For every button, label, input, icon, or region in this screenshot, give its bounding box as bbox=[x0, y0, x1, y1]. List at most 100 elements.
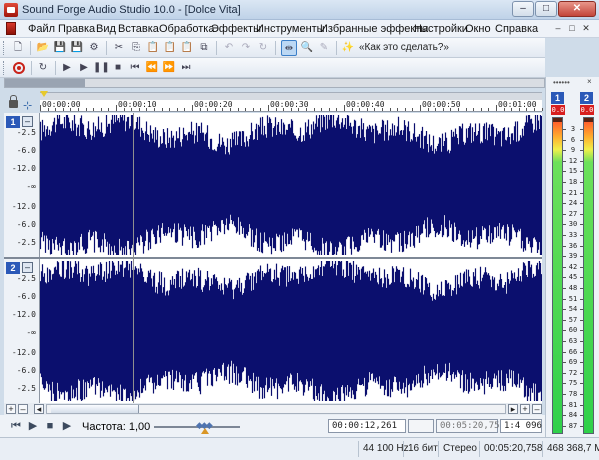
open-folder-icon[interactable]: 📂 bbox=[35, 40, 51, 56]
menu-edit[interactable]: Правка bbox=[58, 23, 95, 35]
rewind-icon[interactable]: ⏪ bbox=[144, 60, 160, 76]
go-to-start-icon[interactable]: ⏮ bbox=[127, 60, 143, 76]
zoom-out-vertical-button[interactable]: – bbox=[18, 404, 28, 414]
save-as-icon[interactable]: 💾 bbox=[69, 40, 85, 56]
help-wand-icon[interactable]: ✨ bbox=[340, 40, 356, 56]
meter-tick bbox=[580, 298, 583, 300]
toolbar-separator bbox=[30, 41, 31, 55]
menu-file[interactable]: Файл bbox=[28, 23, 55, 35]
meter-tick bbox=[580, 129, 583, 130]
channel-1-scale: 1 – -2.5 -6.0 -12.0 -∞ -12.0 -6.0 -2.5 bbox=[4, 113, 40, 257]
meter-scale-label: 33 bbox=[568, 231, 578, 239]
meter-scale-label: 24 bbox=[568, 199, 578, 208]
ruler-tick bbox=[62, 108, 64, 111]
horizontal-scrollbar[interactable] bbox=[46, 404, 506, 414]
save-icon[interactable]: 💾 bbox=[52, 40, 68, 56]
cursor-flag-icon[interactable] bbox=[40, 91, 48, 97]
render-icon[interactable]: ⚙ bbox=[86, 40, 102, 56]
meter-peak-1[interactable]: 0.0 bbox=[551, 105, 565, 115]
lock-icon[interactable] bbox=[9, 95, 18, 108]
undo-icon[interactable]: ↶ bbox=[221, 40, 237, 56]
meter-close-icon[interactable]: × bbox=[587, 77, 592, 86]
time-ruler[interactable]: 00:00:00 00:00:10 00:00:20 00:00:30 00:0… bbox=[40, 100, 543, 112]
menu-help[interactable]: Справка bbox=[495, 23, 538, 35]
marker-icon[interactable]: ⊹ bbox=[23, 99, 32, 112]
menu-process[interactable]: Обработка bbox=[159, 23, 214, 35]
channel-2-minimize-button[interactable]: – bbox=[22, 262, 33, 273]
play-icon[interactable]: ▶ bbox=[76, 60, 92, 76]
meter-tick bbox=[563, 330, 566, 332]
meter-grip[interactable]: •••••• bbox=[553, 78, 570, 87]
scroll-left-arrow-icon[interactable]: ◂ bbox=[34, 404, 44, 414]
channel-1-minimize-button[interactable]: – bbox=[22, 116, 33, 127]
meter-channel-2-badge[interactable]: 2 bbox=[580, 92, 593, 104]
play-icon[interactable]: ▶ bbox=[26, 419, 40, 433]
menu-view[interactable]: Вид bbox=[96, 23, 116, 35]
play-all-icon[interactable]: ▶ bbox=[59, 60, 75, 76]
loop-icon[interactable]: ↻ bbox=[35, 60, 51, 76]
copy-icon[interactable]: ⎘ bbox=[128, 40, 144, 56]
cursor-position-field[interactable]: 00:00:12,261 bbox=[328, 419, 406, 433]
toolbar-separator bbox=[216, 41, 217, 55]
close-button[interactable]: ✕ bbox=[558, 1, 596, 17]
mdi-minimize-button[interactable]: – bbox=[552, 23, 564, 35]
go-to-end-icon[interactable]: ⏭ bbox=[178, 60, 194, 76]
forward-icon[interactable]: ⏩ bbox=[161, 60, 177, 76]
paste-icon[interactable]: 📋 bbox=[145, 40, 161, 56]
meter-tick bbox=[580, 330, 583, 332]
overview-bar[interactable] bbox=[4, 78, 545, 88]
playback-cursor[interactable] bbox=[133, 113, 134, 403]
record-icon[interactable] bbox=[13, 62, 25, 74]
zoom-out-horizontal-button[interactable]: – bbox=[532, 404, 542, 414]
scroll-right-arrow-icon[interactable]: ▸ bbox=[508, 404, 518, 414]
cut-icon[interactable]: ✂ bbox=[111, 40, 127, 56]
redo-icon[interactable]: ↷ bbox=[238, 40, 254, 56]
new-file-icon[interactable]: 🗋 bbox=[10, 40, 26, 56]
minimize-button[interactable]: – bbox=[512, 1, 534, 17]
meter-tick bbox=[580, 182, 583, 183]
horizontal-scroll-thumb[interactable] bbox=[51, 405, 139, 413]
mdi-close-button[interactable]: ✕ bbox=[580, 23, 592, 35]
stop-icon[interactable]: ■ bbox=[110, 60, 126, 76]
toolbar-grip[interactable] bbox=[3, 41, 6, 55]
menu-effects[interactable]: Эффекты bbox=[211, 23, 261, 35]
menu-window[interactable]: Окно bbox=[465, 23, 491, 35]
trim-icon[interactable]: ⧉ bbox=[196, 40, 212, 56]
menu-insert[interactable]: Вставка bbox=[118, 23, 159, 35]
marker-strip[interactable] bbox=[40, 92, 542, 100]
menu-favorites[interactable]: Избранные эффекты bbox=[320, 23, 428, 35]
zoom-ratio-field[interactable]: 1:4 096 bbox=[500, 419, 542, 433]
meter-peak-2[interactable]: 0.0 bbox=[580, 105, 594, 115]
selection-end-field[interactable]: 00:05:20,758 bbox=[436, 419, 505, 433]
menu-bar: Файл Правка Вид Вставка Обработка Эффект… bbox=[0, 20, 599, 38]
maximize-button[interactable]: □ bbox=[535, 1, 557, 17]
magnify-tool-icon[interactable]: 🔍 bbox=[299, 40, 315, 56]
channel-1-waveform[interactable] bbox=[40, 113, 542, 257]
pencil-tool-icon[interactable]: ✎ bbox=[316, 40, 332, 56]
stop-icon[interactable]: ■ bbox=[43, 419, 57, 433]
overview-view-region[interactable] bbox=[5, 79, 85, 87]
ruler-tick bbox=[526, 108, 528, 111]
play-looped-icon[interactable]: ▶ bbox=[60, 419, 74, 433]
pause-icon[interactable]: ❚❚ bbox=[93, 60, 110, 76]
zoom-in-horizontal-button[interactable]: + bbox=[520, 404, 530, 414]
toolbar-grip[interactable] bbox=[3, 61, 6, 75]
zoom-in-vertical-button[interactable]: + bbox=[6, 404, 16, 414]
sound-forge-app-icon[interactable] bbox=[4, 3, 18, 17]
repeat-icon[interactable]: ↻ bbox=[255, 40, 271, 56]
mix-paste-icon[interactable]: 📋 bbox=[162, 40, 178, 56]
menu-tools[interactable]: Инструменты bbox=[256, 23, 325, 35]
channel-1-badge[interactable]: 1 bbox=[6, 116, 20, 128]
edit-tool-icon[interactable]: ⇹ bbox=[281, 40, 297, 56]
menu-options[interactable]: Настройки bbox=[414, 23, 468, 35]
go-to-start-icon[interactable]: ⏮ bbox=[9, 419, 23, 433]
crossfade-icon[interactable]: 📋 bbox=[179, 40, 195, 56]
meter-channel-1-badge[interactable]: 1 bbox=[551, 92, 564, 104]
mdi-restore-button[interactable]: □ bbox=[566, 23, 578, 35]
document-icon[interactable] bbox=[6, 22, 16, 35]
scale-label: -2.5 bbox=[16, 274, 36, 283]
how-to-button[interactable]: «Как это сделать?» bbox=[355, 40, 453, 56]
channel-2-badge[interactable]: 2 bbox=[6, 262, 20, 274]
channel-2-waveform[interactable] bbox=[40, 259, 542, 403]
selection-start-field[interactable] bbox=[408, 419, 434, 433]
